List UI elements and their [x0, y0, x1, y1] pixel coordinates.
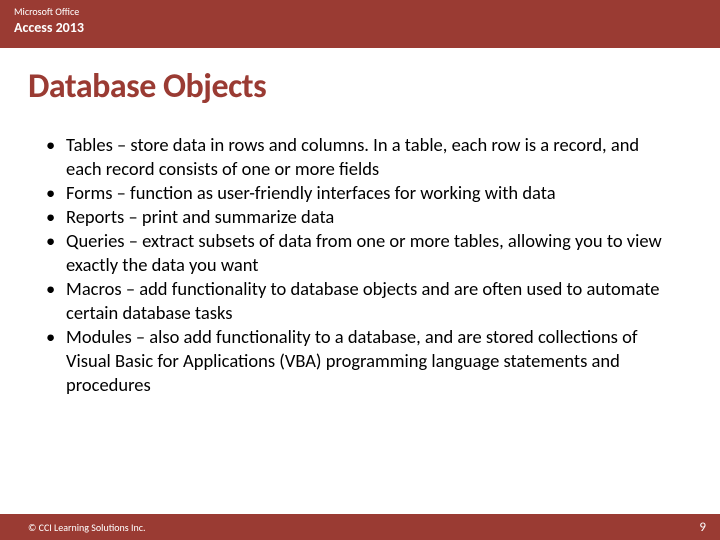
copyright-text: © CCI Learning Solutions Inc.: [28, 521, 146, 534]
page-number: 9: [699, 520, 706, 535]
bullet-list: • Tables – store data in rows and column…: [44, 133, 676, 398]
bullet-text: Reports – print and summarize data: [66, 205, 676, 229]
slide-header: Microsoft Office Access 2013: [0, 0, 720, 48]
list-item: • Queries – extract subsets of data from…: [44, 229, 676, 277]
bullet-text: Macros – add functionality to database o…: [66, 277, 676, 325]
list-item: • Modules – also add functionality to a …: [44, 325, 676, 397]
bullet-icon: •: [44, 277, 66, 301]
bullet-text: Forms – function as user-friendly interf…: [66, 181, 676, 205]
bullet-icon: •: [44, 325, 66, 349]
bullet-icon: •: [44, 205, 66, 229]
bullet-text: Modules – also add functionality to a da…: [66, 325, 676, 397]
slide-content: • Tables – store data in rows and column…: [0, 111, 720, 398]
bullet-icon: •: [44, 229, 66, 253]
list-item: • Tables – store data in rows and column…: [44, 133, 676, 181]
header-product: Access 2013: [14, 18, 706, 38]
list-item: • Macros – add functionality to database…: [44, 277, 676, 325]
bullet-text: Tables – store data in rows and columns.…: [66, 133, 676, 181]
list-item: • Reports – print and summarize data: [44, 205, 676, 229]
bullet-icon: •: [44, 133, 66, 157]
slide-title: Database Objects: [0, 48, 720, 111]
list-item: • Forms – function as user-friendly inte…: [44, 181, 676, 205]
header-brand: Microsoft Office: [14, 6, 706, 18]
slide-footer: © CCI Learning Solutions Inc. 9: [0, 514, 720, 540]
bullet-icon: •: [44, 181, 66, 205]
bullet-text: Queries – extract subsets of data from o…: [66, 229, 676, 277]
